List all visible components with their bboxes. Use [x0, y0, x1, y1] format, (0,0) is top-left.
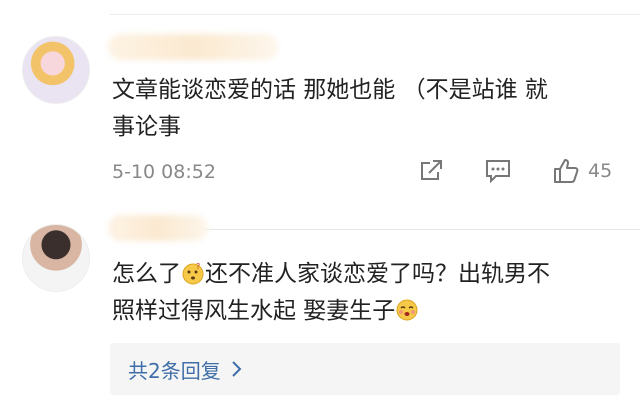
- thumbs-up-icon: [554, 159, 579, 183]
- username-redacted[interactable]: [108, 215, 208, 241]
- comment-item: 文章能谈恋爱的话 那她也能 （不是站谁 就 事论事 5-10 08:52 45: [0, 30, 640, 230]
- comment-text-segment: 照样过得风生水起 娶妻生子: [112, 298, 396, 324]
- top-divider: [110, 14, 640, 15]
- avatar[interactable]: [22, 36, 90, 104]
- comment-text: 文章能谈恋爱的话 那她也能 （不是站谁 就 事论事: [112, 72, 622, 146]
- reply-icon: [486, 160, 510, 184]
- confused-face-emoji: ?: [182, 262, 204, 285]
- comment-item: 怎么了? 还不准人家谈恋爱了吗？出轨男不 照样过得风生水起 娶妻生子 共2条回复: [0, 210, 640, 406]
- username-redacted[interactable]: [108, 34, 278, 60]
- like-button[interactable]: 45: [552, 156, 612, 186]
- comment-timestamp: 5-10 08:52: [112, 161, 216, 183]
- comment-text-line: 文章能谈恋爱的话 那她也能 （不是站谁 就: [112, 77, 548, 103]
- comment-text: 怎么了? 还不准人家谈恋爱了吗？出轨男不 照样过得风生水起 娶妻生子: [112, 256, 622, 330]
- chevron-right-icon: [232, 361, 242, 377]
- like-count: 45: [588, 160, 613, 182]
- comment-text-segment: 怎么了: [112, 261, 181, 287]
- reply-button[interactable]: [484, 156, 514, 186]
- view-replies-link[interactable]: 共2条回复: [128, 355, 221, 384]
- share-icon: [421, 160, 442, 180]
- comment-text-line: 事论事: [112, 114, 181, 140]
- share-button[interactable]: [418, 156, 448, 186]
- blushing-face-emoji: [396, 299, 418, 321]
- svg-text:?: ?: [196, 262, 200, 271]
- avatar[interactable]: [22, 224, 90, 292]
- replies-box[interactable]: 共2条回复: [110, 343, 620, 395]
- comment-text-segment: 还不准人家谈恋爱了吗？出轨男不: [205, 261, 550, 287]
